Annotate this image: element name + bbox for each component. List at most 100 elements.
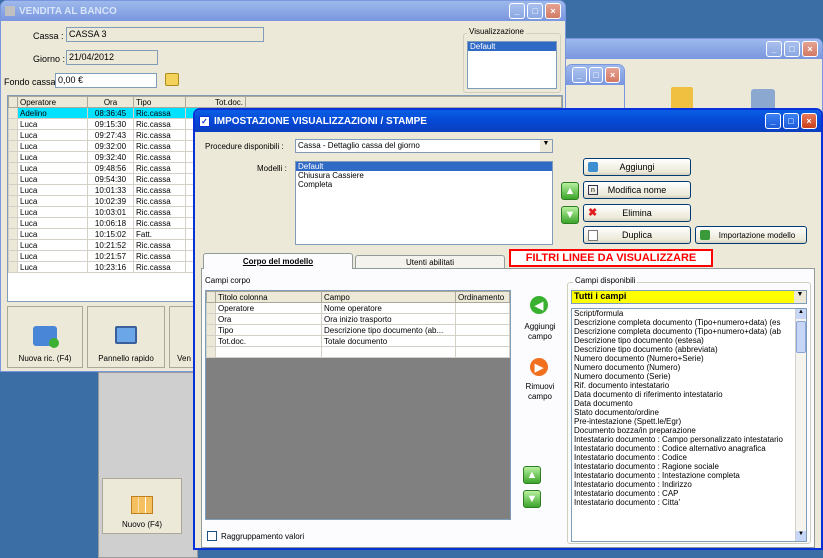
dropdown-arrow-icon[interactable]: ▼ [794, 291, 806, 303]
close-icon[interactable]: × [802, 41, 818, 57]
campo-item[interactable]: Descrizione tipo documento (estesa) [572, 336, 794, 345]
modelli-item[interactable]: Chiusura Cassiere [296, 171, 552, 180]
row-header[interactable] [8, 217, 18, 229]
column-header[interactable]: Titolo colonna [215, 291, 322, 303]
cassa-field[interactable]: CASSA 3 [66, 27, 264, 42]
row-header[interactable] [206, 302, 216, 314]
importazione-modello-button[interactable]: Importazione modello [695, 226, 807, 244]
column-header[interactable]: Operatore [17, 96, 88, 108]
minimize-icon[interactable]: _ [766, 41, 782, 57]
column-header[interactable]: Tipo [133, 96, 186, 108]
cell-campo[interactable]: Descrizione tipo documento (ab... [321, 324, 456, 336]
visualizzazione-item[interactable]: Default [468, 42, 556, 51]
table-row[interactable]: Operatore Nome operatore [206, 302, 510, 314]
cell-ordinamento[interactable] [455, 324, 510, 336]
rimuovi-campo-label[interactable]: Rimuovi campo [518, 382, 562, 402]
campo-item[interactable]: Intestatario documento : Intestazione co… [572, 471, 794, 480]
cell-titolo[interactable]: Ora [215, 313, 322, 325]
minimize-icon[interactable]: _ [572, 67, 587, 83]
tab-utenti-abilitati[interactable]: Utenti abilitati [355, 255, 505, 269]
giorno-field[interactable]: 21/04/2012 [66, 50, 158, 65]
cell-titolo[interactable]: Tipo [215, 324, 322, 336]
cell-titolo[interactable]: Operatore [215, 302, 322, 314]
row-header[interactable] [8, 173, 18, 185]
aggiungi-campo-label[interactable]: Aggiungi campo [518, 322, 562, 342]
maximize-icon[interactable]: □ [783, 113, 799, 129]
row-header[interactable] [8, 239, 18, 251]
campi-disponibili-list[interactable]: Script/formula Descrizione completa docum… [571, 308, 807, 542]
move-down-icon[interactable]: ▼ [561, 206, 579, 224]
move-up-icon[interactable]: ▲ [561, 182, 579, 200]
cell-ordinamento[interactable] [455, 313, 510, 325]
campo-item[interactable]: Numero documento (Numero+Serie) [572, 354, 794, 363]
row-header[interactable] [8, 107, 18, 119]
dropdown-arrow-icon[interactable]: ▼ [540, 140, 552, 152]
cell-campo[interactable]: Ora inizio trasporto [321, 313, 456, 325]
row-header[interactable] [8, 261, 18, 273]
campo-up-icon[interactable]: ▲ [523, 466, 541, 484]
campo-item[interactable]: Script/formula [572, 309, 794, 318]
table-row[interactable]: Tot.doc. Totale documento [206, 335, 510, 347]
row-header[interactable] [8, 250, 18, 262]
row-header[interactable] [8, 140, 18, 152]
scroll-down-icon[interactable]: ▼ [796, 531, 806, 541]
close-icon[interactable]: × [801, 113, 817, 129]
column-header[interactable]: Tot.doc. [185, 96, 246, 108]
table-row-empty[interactable] [206, 346, 510, 358]
filtri-linee-tab[interactable]: FILTRI LINEE DA VISUALIZZARE [509, 249, 713, 267]
close-icon[interactable]: × [605, 67, 621, 83]
duplica-button[interactable]: Duplica [583, 226, 691, 244]
close-icon[interactable]: × [545, 3, 561, 19]
cell-titolo[interactable]: Tot.doc. [215, 335, 322, 347]
campo-item[interactable]: Intestatario documento : Indirizzo [572, 480, 794, 489]
campo-item[interactable]: Data documento [572, 399, 794, 408]
campo-item[interactable]: Documento bozza/in preparazione [572, 426, 794, 435]
cell-ordinamento[interactable] [455, 335, 510, 347]
campi-scrollbar[interactable]: ▲ ▼ [795, 309, 806, 541]
maximize-icon[interactable]: □ [588, 67, 604, 83]
campo-item[interactable]: Intestatario documento : Codice [572, 453, 794, 462]
campo-item[interactable]: Descrizione completa documento (Tipo+num… [572, 327, 794, 336]
modifica-nome-button[interactable]: n Modifica nome [583, 181, 691, 199]
campo-item[interactable]: Rif. documento intestatario [572, 381, 794, 390]
column-header[interactable]: Campo [321, 291, 456, 303]
campo-item[interactable]: Pre-intestazione (Spett.le/Egr) [572, 417, 794, 426]
aggiungi-campo-icon[interactable]: ◀ [530, 296, 548, 314]
visualizzazione-list[interactable]: Default [467, 41, 557, 89]
row-header[interactable] [206, 324, 216, 336]
row-header[interactable] [8, 129, 18, 141]
row-header[interactable] [8, 118, 18, 130]
row-header[interactable] [8, 184, 18, 196]
modelli-item[interactable]: Default [296, 162, 552, 171]
row-header[interactable] [206, 335, 216, 347]
column-header[interactable]: Ora [87, 96, 134, 108]
row-header[interactable] [8, 162, 18, 174]
table-row[interactable]: Ora Ora inizio trasporto [206, 313, 510, 325]
campo-item[interactable]: Descrizione completa documento (Tipo+num… [572, 318, 794, 327]
maximize-icon[interactable]: □ [527, 3, 543, 19]
pannello-rapido-button[interactable]: Pannello rapido [87, 306, 165, 368]
campo-item[interactable]: Intestatario documento : Codice alternat… [572, 444, 794, 453]
procedure-select[interactable]: Cassa - Dettaglio cassa del giorno ▼ [295, 139, 553, 153]
cell-ordinamento[interactable] [455, 302, 510, 314]
minimize-icon[interactable]: _ [765, 113, 781, 129]
column-header[interactable]: Ordinamento [455, 291, 510, 303]
nuovo-button[interactable]: Nuovo (F4) [102, 478, 182, 534]
campo-item[interactable]: Descrizione tipo documento (abbreviata) [572, 345, 794, 354]
row-header[interactable] [8, 228, 18, 240]
nuova-ric-button[interactable]: Nuova ric. (F4) [7, 306, 83, 368]
campi-corpo-grid[interactable]: Titolo colonna Campo Ordinamento Operato… [205, 290, 511, 520]
campo-item[interactable]: Numero documento (Numero) [572, 363, 794, 372]
cell-campo[interactable]: Nome operatore [321, 302, 456, 314]
aggiungi-button[interactable]: Aggiungi [583, 158, 691, 176]
tab-corpo-modello[interactable]: Corpo del modello [203, 253, 353, 269]
campo-item[interactable]: Intestatario documento : Campo personali… [572, 435, 794, 444]
rimuovi-campo-icon[interactable]: ▶ [530, 358, 548, 376]
raggruppamento-checkbox[interactable] [207, 531, 217, 541]
fondo-cassa-field[interactable]: 0,00 € [55, 73, 157, 88]
modelli-list[interactable]: Default Chiusura Cassiere Completa [295, 161, 553, 245]
scroll-up-icon[interactable]: ▲ [796, 309, 806, 319]
maximize-icon[interactable]: □ [784, 41, 800, 57]
campo-down-icon[interactable]: ▼ [523, 490, 541, 508]
modelli-item[interactable]: Completa [296, 180, 552, 189]
